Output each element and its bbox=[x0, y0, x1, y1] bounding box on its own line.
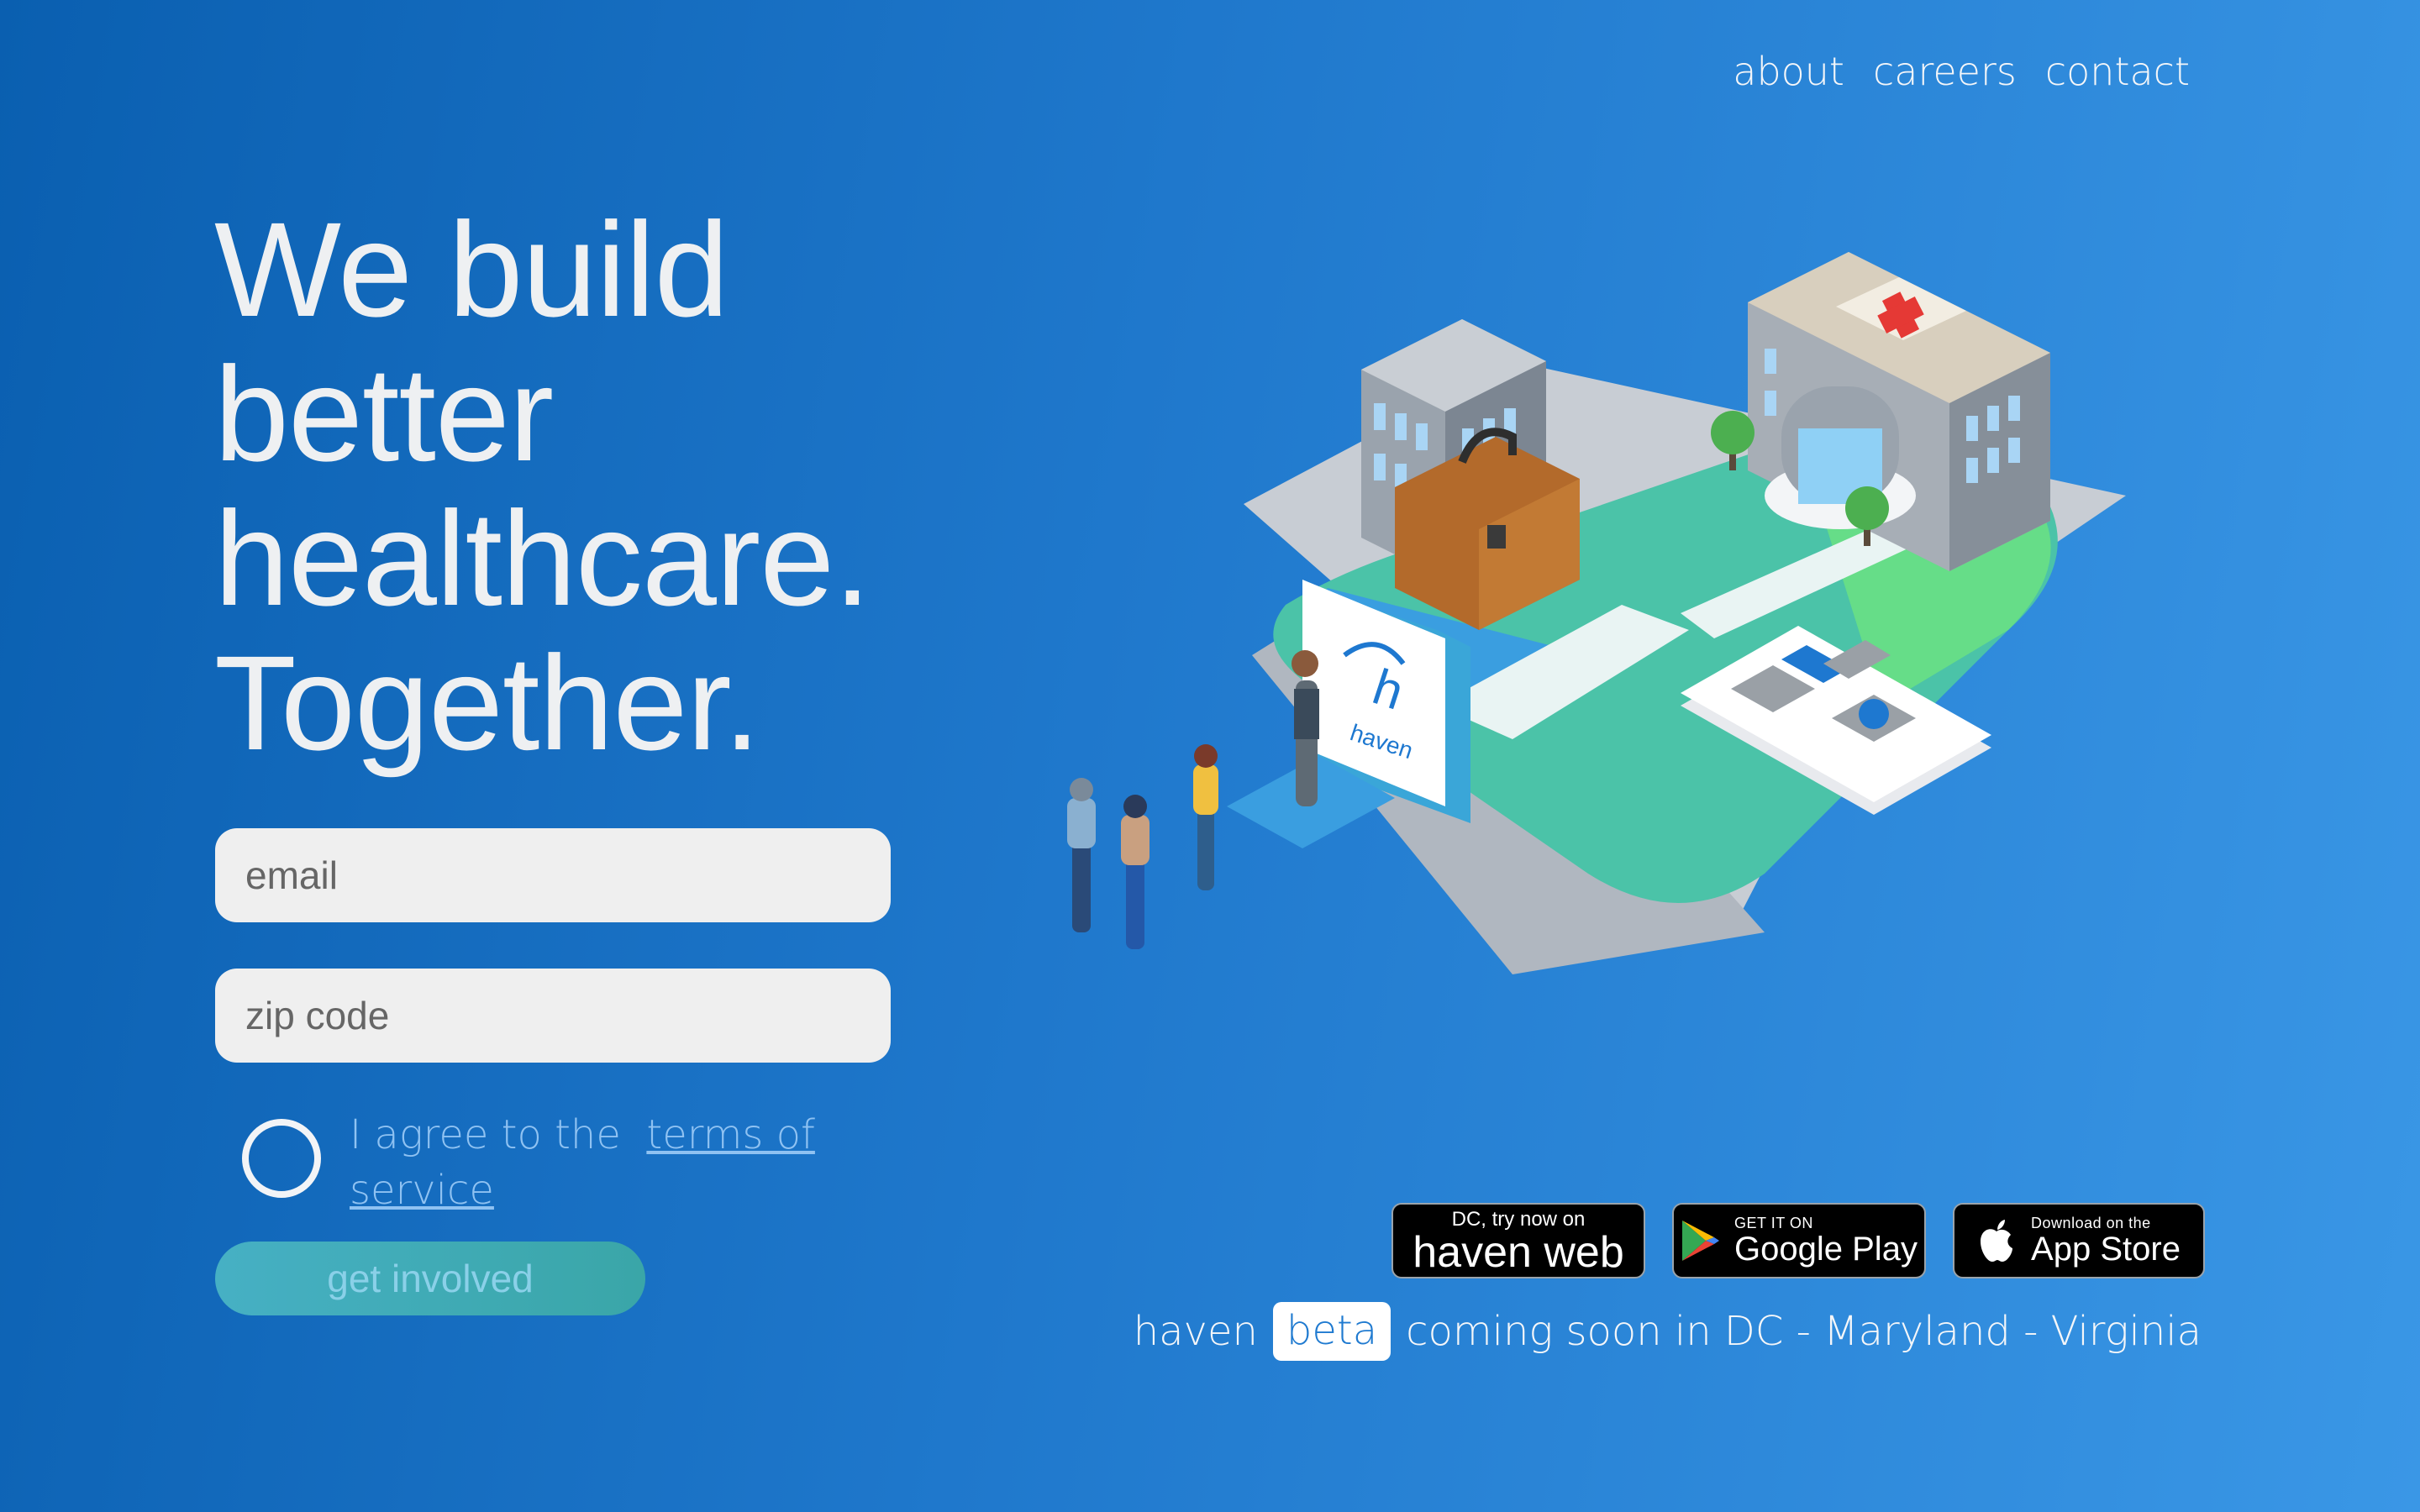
google-play-badge[interactable]: GET IT ON Google Play bbox=[1672, 1203, 1926, 1278]
person-gray bbox=[1067, 778, 1096, 932]
person-yellow bbox=[1193, 744, 1218, 890]
nav-about[interactable]: about bbox=[1733, 49, 1844, 94]
beta-badge: beta bbox=[1272, 1302, 1392, 1361]
hero-headline: We build better healthcare. Together. bbox=[214, 197, 871, 775]
hero-line-2: better bbox=[214, 339, 554, 489]
hero-line-4: Together. bbox=[214, 627, 760, 778]
nav-contact[interactable]: contact bbox=[2045, 49, 2190, 94]
google-play-small: GET IT ON bbox=[1734, 1215, 1813, 1231]
google-play-large: Google Play bbox=[1734, 1231, 1918, 1268]
google-play-icon bbox=[1682, 1221, 1720, 1261]
haven-web-large: haven web bbox=[1413, 1228, 1624, 1277]
person-brown bbox=[1121, 795, 1150, 949]
email-input[interactable] bbox=[215, 828, 891, 922]
haven-web-small: DC, try now on bbox=[1451, 1208, 1586, 1231]
hero-line-3: healthcare. bbox=[214, 483, 871, 633]
agree-prefix: I agree to the bbox=[350, 1111, 621, 1158]
tagline: haven beta coming soon in DC - Maryland … bbox=[1134, 1302, 2202, 1361]
nav-careers[interactable]: careers bbox=[1873, 49, 2017, 94]
tagline-text: coming soon in DC - Maryland - Virginia bbox=[1406, 1308, 2202, 1355]
tagline-brand: haven bbox=[1133, 1308, 1258, 1355]
app-badges: DC, try now on haven web GET IT ON Googl… bbox=[1392, 1203, 2205, 1278]
agree-radio[interactable] bbox=[242, 1119, 321, 1198]
top-nav: about careers contact bbox=[1733, 49, 2190, 94]
agree-text: I agree to the terms of service bbox=[350, 1107, 820, 1218]
app-store-large: App Store bbox=[2031, 1231, 2181, 1268]
app-store-badge[interactable]: Download on the App Store bbox=[1953, 1203, 2205, 1278]
app-store-small: Download on the bbox=[2031, 1215, 2151, 1231]
isometric-city-illustration: h haven bbox=[1067, 252, 2126, 974]
get-involved-button[interactable]: get involved bbox=[215, 1242, 645, 1315]
zip-code-input[interactable] bbox=[215, 969, 891, 1063]
haven-web-badge[interactable]: DC, try now on haven web bbox=[1392, 1203, 1645, 1278]
terms-agreement: I agree to the terms of service bbox=[242, 1107, 820, 1218]
hero-line-1: We build bbox=[214, 194, 729, 344]
apple-icon bbox=[1981, 1220, 2013, 1262]
